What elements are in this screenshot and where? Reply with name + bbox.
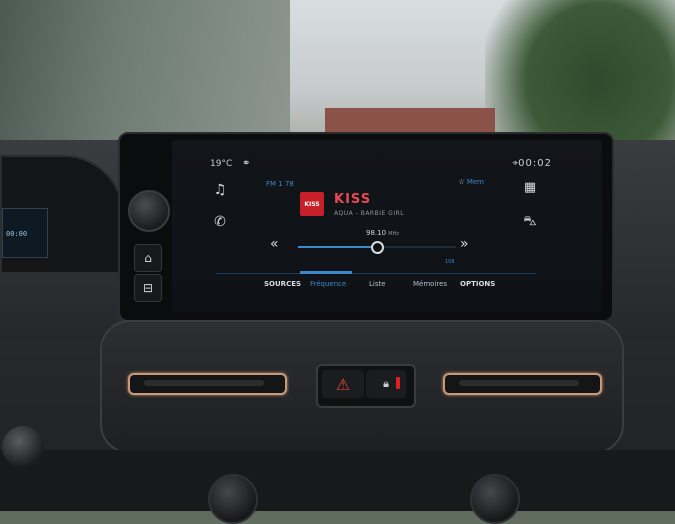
hazard-triangle-icon: ⚠ (335, 374, 351, 394)
car-icon[interactable]: ⛍ (520, 214, 540, 234)
favorite-button[interactable]: ☆ Mem (458, 178, 484, 186)
tab-options[interactable]: OPTIONS (460, 280, 495, 288)
right-air-vent[interactable] (443, 373, 602, 395)
tab-sources[interactable]: SOURCES (264, 280, 301, 288)
left-air-vent[interactable] (128, 373, 287, 395)
slider-thumb[interactable] (371, 241, 384, 254)
phone-icon[interactable]: ✆ (210, 214, 230, 234)
outside-temperature: 19°C (210, 159, 233, 169)
car-interior-scene: 00:00 ⌂ ⊟ 19°C ⚭ ⌖ 00:02 ♫ ✆ ▦ ⛍ FM 1 78… (0, 0, 675, 524)
frequency-readout: 98.10 MHz (366, 229, 399, 237)
station-name: KISS (334, 192, 372, 207)
car-icon: ⊟ (142, 281, 154, 295)
tab-frequence[interactable]: Fréquence (310, 280, 346, 288)
home-button[interactable]: ⌂ (134, 244, 162, 272)
music-note-icon[interactable]: ♫ (210, 182, 230, 202)
infotainment-screen: 19°C ⚭ ⌖ 00:02 ♫ ✆ ▦ ⛍ FM 1 78 ☆ Mem KIS… (172, 140, 602, 312)
tab-liste[interactable]: Liste (369, 280, 386, 288)
next-icon[interactable]: » (460, 236, 469, 252)
active-tab-indicator (300, 271, 352, 274)
previous-icon[interactable]: « (270, 236, 279, 252)
band-end-label: 108 (445, 259, 455, 265)
tab-memoires[interactable]: Mémoires (413, 280, 447, 288)
building-background (0, 0, 290, 150)
cluster-readout: 00:00 (6, 230, 28, 238)
link-icon: ⚭ (242, 158, 251, 169)
door-lock-button[interactable]: 🔒︎ (366, 370, 406, 398)
station-logo: KISS (300, 192, 324, 216)
car-settings-button[interactable]: ⊟ (134, 274, 162, 302)
volume-knob[interactable] (128, 190, 170, 232)
status-bar: 19°C ⚭ ⌖ 00:02 (172, 140, 602, 169)
rds-label: FM 1 78 (266, 180, 294, 188)
slider-fill (298, 246, 377, 248)
lock-icon: 🔒︎ (383, 377, 389, 390)
frequency-unit: MHz (388, 231, 399, 237)
location-icon: ⌖ (512, 158, 518, 169)
lower-console (0, 450, 675, 511)
home-icon: ⌂ (144, 251, 152, 265)
right-climate-knob[interactable] (470, 474, 520, 524)
clock: 00:02 (518, 158, 552, 169)
song-title: AQUA - BARBIE GIRL (334, 210, 405, 217)
star-icon: ☆ (458, 178, 465, 186)
gear-knob[interactable] (2, 426, 44, 468)
frequency-value: 98.10 (366, 229, 387, 237)
hazard-button[interactable]: ⚠ (322, 370, 364, 398)
left-climate-knob[interactable] (208, 474, 258, 524)
frequency-slider[interactable] (298, 241, 456, 254)
favorite-label: Mem (466, 178, 484, 186)
lock-indicator-led (396, 377, 400, 389)
apps-grid-icon[interactable]: ▦ (520, 180, 540, 200)
tabs-divider (216, 273, 536, 274)
